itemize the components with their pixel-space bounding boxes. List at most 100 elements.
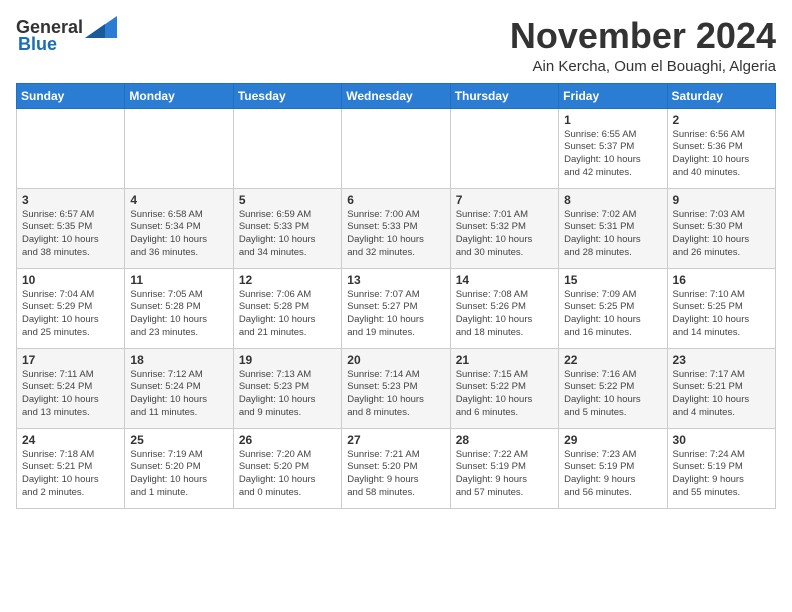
day-number: 5 xyxy=(239,193,336,207)
day-number: 29 xyxy=(564,433,661,447)
day-info: Sunrise: 7:09 AM Sunset: 5:25 PM Dayligh… xyxy=(564,289,661,340)
day-info: Sunrise: 7:13 AM Sunset: 5:23 PM Dayligh… xyxy=(239,369,336,420)
day-info: Sunrise: 7:16 AM Sunset: 5:22 PM Dayligh… xyxy=(564,369,661,420)
calendar-cell: 12 Sunrise: 7:06 AM Sunset: 5:28 PM Dayli… xyxy=(233,268,341,348)
day-number: 24 xyxy=(22,433,119,447)
calendar-cell: 16 Sunrise: 7:10 AM Sunset: 5:25 PM Dayli… xyxy=(667,268,775,348)
day-info: Sunrise: 7:01 AM Sunset: 5:32 PM Dayligh… xyxy=(456,209,553,260)
calendar-cell: 29 Sunrise: 7:23 AM Sunset: 5:19 PM Dayli… xyxy=(559,428,667,508)
day-number: 22 xyxy=(564,353,661,367)
day-number: 30 xyxy=(673,433,770,447)
calendar-cell: 23 Sunrise: 7:17 AM Sunset: 5:21 PM Dayli… xyxy=(667,348,775,428)
day-info: Sunrise: 7:02 AM Sunset: 5:31 PM Dayligh… xyxy=(564,209,661,260)
day-number: 1 xyxy=(564,113,661,127)
calendar-cell: 21 Sunrise: 7:15 AM Sunset: 5:22 PM Dayli… xyxy=(450,348,558,428)
weekday-header-monday: Monday xyxy=(125,83,233,108)
day-info: Sunrise: 6:58 AM Sunset: 5:34 PM Dayligh… xyxy=(130,209,227,260)
day-info: Sunrise: 7:05 AM Sunset: 5:28 PM Dayligh… xyxy=(130,289,227,340)
day-number: 6 xyxy=(347,193,444,207)
day-info: Sunrise: 6:59 AM Sunset: 5:33 PM Dayligh… xyxy=(239,209,336,260)
week-row-1: 1 Sunrise: 6:55 AM Sunset: 5:37 PM Daylig… xyxy=(17,108,776,188)
weekday-header-row: SundayMondayTuesdayWednesdayThursdayFrid… xyxy=(17,83,776,108)
day-number: 26 xyxy=(239,433,336,447)
day-info: Sunrise: 7:10 AM Sunset: 5:25 PM Dayligh… xyxy=(673,289,770,340)
day-number: 14 xyxy=(456,273,553,287)
weekday-header-wednesday: Wednesday xyxy=(342,83,450,108)
week-row-4: 17 Sunrise: 7:11 AM Sunset: 5:24 PM Dayli… xyxy=(17,348,776,428)
day-number: 21 xyxy=(456,353,553,367)
day-number: 12 xyxy=(239,273,336,287)
day-number: 20 xyxy=(347,353,444,367)
day-info: Sunrise: 7:06 AM Sunset: 5:28 PM Dayligh… xyxy=(239,289,336,340)
day-info: Sunrise: 6:55 AM Sunset: 5:37 PM Dayligh… xyxy=(564,129,661,180)
day-number: 25 xyxy=(130,433,227,447)
day-info: Sunrise: 7:23 AM Sunset: 5:19 PM Dayligh… xyxy=(564,449,661,500)
calendar-cell: 4 Sunrise: 6:58 AM Sunset: 5:34 PM Daylig… xyxy=(125,188,233,268)
calendar-cell: 22 Sunrise: 7:16 AM Sunset: 5:22 PM Dayli… xyxy=(559,348,667,428)
day-number: 11 xyxy=(130,273,227,287)
day-info: Sunrise: 7:22 AM Sunset: 5:19 PM Dayligh… xyxy=(456,449,553,500)
calendar-cell xyxy=(233,108,341,188)
day-info: Sunrise: 7:12 AM Sunset: 5:24 PM Dayligh… xyxy=(130,369,227,420)
calendar-cell: 20 Sunrise: 7:14 AM Sunset: 5:23 PM Dayli… xyxy=(342,348,450,428)
calendar-cell: 17 Sunrise: 7:11 AM Sunset: 5:24 PM Dayli… xyxy=(17,348,125,428)
day-number: 8 xyxy=(564,193,661,207)
day-number: 16 xyxy=(673,273,770,287)
calendar-cell: 3Sunrise: 6:57 AM Sunset: 5:35 PM Daylig… xyxy=(17,188,125,268)
day-number: 9 xyxy=(673,193,770,207)
calendar-cell xyxy=(342,108,450,188)
week-row-5: 24 Sunrise: 7:18 AM Sunset: 5:21 PM Dayli… xyxy=(17,428,776,508)
calendar-cell: 14 Sunrise: 7:08 AM Sunset: 5:26 PM Dayli… xyxy=(450,268,558,348)
calendar-cell: 28Sunrise: 7:22 AM Sunset: 5:19 PM Dayli… xyxy=(450,428,558,508)
calendar-table: SundayMondayTuesdayWednesdayThursdayFrid… xyxy=(16,83,776,509)
calendar-cell xyxy=(17,108,125,188)
calendar-cell xyxy=(125,108,233,188)
day-info: Sunrise: 6:56 AM Sunset: 5:36 PM Dayligh… xyxy=(673,129,770,180)
day-info: Sunrise: 7:00 AM Sunset: 5:33 PM Dayligh… xyxy=(347,209,444,260)
day-info: Sunrise: 7:19 AM Sunset: 5:20 PM Dayligh… xyxy=(130,449,227,500)
calendar-cell: 30 Sunrise: 7:24 AM Sunset: 5:19 PM Dayli… xyxy=(667,428,775,508)
day-number: 18 xyxy=(130,353,227,367)
day-info: Sunrise: 7:11 AM Sunset: 5:24 PM Dayligh… xyxy=(22,369,119,420)
calendar-cell: 26 Sunrise: 7:20 AM Sunset: 5:20 PM Dayli… xyxy=(233,428,341,508)
title-block: November 2024 Ain Kercha, Oum el Bouaghi… xyxy=(510,16,776,75)
calendar-cell: 8 Sunrise: 7:02 AM Sunset: 5:31 PM Daylig… xyxy=(559,188,667,268)
day-number: 27 xyxy=(347,433,444,447)
day-number: 7 xyxy=(456,193,553,207)
day-info: Sunrise: 7:07 AM Sunset: 5:27 PM Dayligh… xyxy=(347,289,444,340)
weekday-header-thursday: Thursday xyxy=(450,83,558,108)
weekday-header-saturday: Saturday xyxy=(667,83,775,108)
day-number: 15 xyxy=(564,273,661,287)
week-row-3: 10 Sunrise: 7:04 AM Sunset: 5:29 PM Dayli… xyxy=(17,268,776,348)
calendar-cell: 24 Sunrise: 7:18 AM Sunset: 5:21 PM Dayli… xyxy=(17,428,125,508)
day-number: 19 xyxy=(239,353,336,367)
day-info: Sunrise: 7:08 AM Sunset: 5:26 PM Dayligh… xyxy=(456,289,553,340)
day-info: Sunrise: 7:21 AM Sunset: 5:20 PM Dayligh… xyxy=(347,449,444,500)
day-info: Sunrise: 7:20 AM Sunset: 5:20 PM Dayligh… xyxy=(239,449,336,500)
weekday-header-friday: Friday xyxy=(559,83,667,108)
day-info: Sunrise: 7:17 AM Sunset: 5:21 PM Dayligh… xyxy=(673,369,770,420)
calendar-cell: 11 Sunrise: 7:05 AM Sunset: 5:28 PM Dayli… xyxy=(125,268,233,348)
month-title: November 2024 xyxy=(510,16,776,56)
calendar-cell: 5 Sunrise: 6:59 AM Sunset: 5:33 PM Daylig… xyxy=(233,188,341,268)
day-info: Sunrise: 7:15 AM Sunset: 5:22 PM Dayligh… xyxy=(456,369,553,420)
calendar-cell: 13Sunrise: 7:07 AM Sunset: 5:27 PM Dayli… xyxy=(342,268,450,348)
day-info: Sunrise: 7:14 AM Sunset: 5:23 PM Dayligh… xyxy=(347,369,444,420)
day-info: Sunrise: 7:04 AM Sunset: 5:29 PM Dayligh… xyxy=(22,289,119,340)
logo-blue: Blue xyxy=(18,34,57,55)
day-info: Sunrise: 7:18 AM Sunset: 5:21 PM Dayligh… xyxy=(22,449,119,500)
calendar-cell: 9Sunrise: 7:03 AM Sunset: 5:30 PM Daylig… xyxy=(667,188,775,268)
calendar-cell xyxy=(450,108,558,188)
calendar-cell: 1 Sunrise: 6:55 AM Sunset: 5:37 PM Daylig… xyxy=(559,108,667,188)
day-number: 23 xyxy=(673,353,770,367)
day-number: 17 xyxy=(22,353,119,367)
logo-icon xyxy=(85,16,117,38)
calendar-cell: 27 Sunrise: 7:21 AM Sunset: 5:20 PM Dayli… xyxy=(342,428,450,508)
weekday-header-tuesday: Tuesday xyxy=(233,83,341,108)
day-number: 10 xyxy=(22,273,119,287)
day-info: Sunrise: 7:24 AM Sunset: 5:19 PM Dayligh… xyxy=(673,449,770,500)
day-number: 4 xyxy=(130,193,227,207)
day-number: 3 xyxy=(22,193,119,207)
calendar-cell: 18 Sunrise: 7:12 AM Sunset: 5:24 PM Dayli… xyxy=(125,348,233,428)
calendar-cell: 7 Sunrise: 7:01 AM Sunset: 5:32 PM Daylig… xyxy=(450,188,558,268)
